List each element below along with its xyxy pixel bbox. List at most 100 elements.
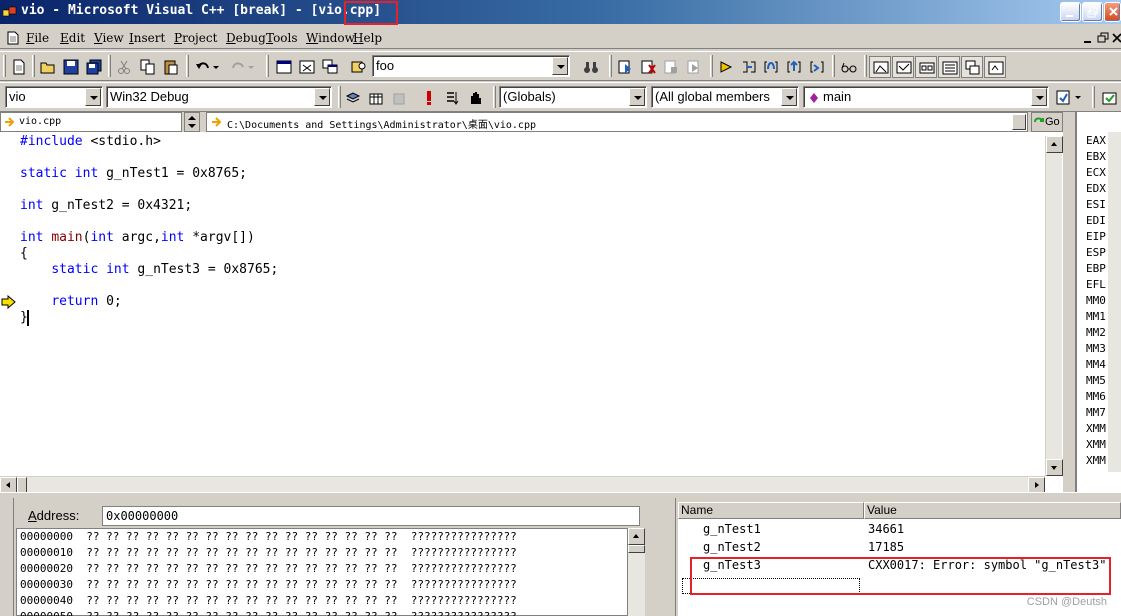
variables-window-button[interactable] [892, 56, 914, 78]
memory-row[interactable]: 00000030 ?? ?? ?? ?? ?? ?? ?? ?? ?? ?? ?… [20, 578, 517, 591]
undo-button[interactable] [192, 56, 224, 78]
watch-window-grip[interactable] [658, 498, 676, 616]
code-line[interactable]: int main(int argc,int *argv[]) [20, 230, 255, 245]
step-over-button[interactable] [760, 56, 782, 78]
scroll-up-button[interactable] [1046, 136, 1063, 153]
watch-row-name[interactable]: g_nTest1 [703, 522, 761, 536]
call-stack-window-button[interactable] [961, 56, 983, 78]
scroll-down-button[interactable] [1046, 459, 1063, 476]
chevron-down-icon[interactable] [629, 88, 645, 106]
build-execute-button[interactable] [683, 56, 705, 78]
new-text-file-button[interactable] [8, 56, 30, 78]
step-out-button[interactable] [783, 56, 805, 78]
code-line[interactable]: int g_nTest2 = 0x4321; [20, 198, 192, 213]
function-combo[interactable]: main [803, 86, 1049, 108]
compile-button[interactable] [614, 56, 636, 78]
cut-button[interactable] [113, 56, 135, 78]
chevron-down-icon[interactable] [1012, 114, 1026, 130]
memory-row[interactable]: 00000050 ?? ?? ?? ?? ?? ?? ?? ?? ?? ?? ?… [20, 610, 517, 616]
mdi-close-icon[interactable] [1111, 32, 1121, 44]
toolbar-grip[interactable] [3, 55, 6, 77]
file-path-combo[interactable]: C:\Documents and Settings\Administrator\… [206, 112, 1028, 132]
go-to-file-button[interactable]: Go [1031, 112, 1063, 132]
memory-row[interactable]: 00000000 ?? ?? ?? ?? ?? ?? ?? ?? ?? ?? ?… [20, 530, 517, 543]
menu-tools[interactable]: Tools [266, 31, 298, 45]
project-combo[interactable]: vio [5, 86, 103, 108]
chevron-down-icon[interactable] [314, 88, 330, 106]
find-button[interactable] [580, 56, 602, 78]
execute-button[interactable] [418, 87, 440, 109]
menu-file[interactable]: File [26, 31, 49, 45]
stop-small-button[interactable] [388, 87, 410, 109]
file-spin-button[interactable] [184, 112, 200, 132]
run-to-cursor-button[interactable] [806, 56, 828, 78]
watch-header-value[interactable]: Value [864, 502, 1121, 519]
class-combo[interactable]: (Globals) [499, 86, 647, 108]
go-debug-button[interactable] [715, 56, 737, 78]
chevron-down-icon[interactable] [552, 57, 568, 75]
chevron-down-icon[interactable] [1031, 88, 1047, 106]
workspace-button[interactable] [273, 56, 295, 78]
watch-row-value[interactable]: 17185 [868, 540, 904, 554]
scroll-thumb[interactable] [628, 545, 645, 553]
redo-button[interactable] [227, 56, 259, 78]
build-button[interactable] [637, 56, 659, 78]
members-filter-combo[interactable]: (All global members [651, 86, 799, 108]
memory-dump[interactable]: 00000000 ?? ?? ?? ?? ?? ?? ?? ?? ?? ?? ?… [16, 528, 628, 616]
class-wizard-button[interactable] [1099, 87, 1121, 109]
memory-row[interactable]: 00000010 ?? ?? ?? ?? ?? ?? ?? ?? ?? ?? ?… [20, 546, 517, 559]
copy-button[interactable] [137, 56, 159, 78]
find-combo[interactable]: foo [372, 55, 570, 77]
address-input[interactable]: 0x00000000 [102, 506, 640, 526]
code-line[interactable]: static int g_nTest1 = 0x8765; [20, 166, 247, 181]
restore-button[interactable] [1082, 2, 1103, 22]
minimize-button[interactable] [1060, 2, 1081, 22]
memory-scrollbar[interactable] [628, 528, 645, 616]
watch-row-value[interactable]: 34661 [868, 522, 904, 536]
disassembly-window-button[interactable] [984, 56, 1006, 78]
memory-window-button[interactable] [938, 56, 960, 78]
output-button[interactable] [296, 56, 318, 78]
menu-insert[interactable]: Insert [129, 31, 165, 45]
watch-window-button[interactable] [869, 56, 891, 78]
quickwatch-button[interactable] [838, 56, 860, 78]
memory-row[interactable]: 00000040 ?? ?? ?? ?? ?? ?? ?? ?? ?? ?? ?… [20, 594, 517, 607]
title-bar[interactable]: vio - Microsoft Visual C++ [break] - [vi… [0, 0, 1121, 24]
toolbar-grip[interactable] [493, 86, 496, 108]
code-line[interactable]: static int g_nTest3 = 0x8765; [20, 262, 278, 277]
menu-view[interactable]: View [94, 31, 124, 45]
menu-project[interactable]: Project [174, 31, 217, 45]
registers-window-button[interactable] [915, 56, 937, 78]
menu-edit[interactable]: Edit [60, 31, 85, 45]
step-into-button[interactable] [738, 56, 760, 78]
registers-scrollbar[interactable] [1108, 132, 1121, 472]
memory-window-grip[interactable] [0, 498, 14, 616]
window-list-button[interactable] [319, 56, 341, 78]
code-line[interactable]: #include <stdio.h> [20, 134, 161, 149]
go-small-button[interactable] [442, 87, 464, 109]
stop-build-button[interactable] [660, 56, 682, 78]
mdi-minimize-icon[interactable] [1082, 32, 1094, 44]
build-small-button[interactable] [365, 87, 387, 109]
code-line[interactable]: { [20, 246, 28, 261]
save-all-button[interactable] [83, 56, 105, 78]
compile-small-button[interactable] [342, 87, 364, 109]
mdi-restore-icon[interactable] [1097, 32, 1109, 44]
memory-row[interactable]: 00000020 ?? ?? ?? ?? ?? ?? ?? ?? ?? ?? ?… [20, 562, 517, 575]
menu-debug[interactable]: Debug [226, 31, 266, 45]
save-button[interactable] [60, 56, 82, 78]
close-button[interactable] [1104, 2, 1121, 22]
source-editor[interactable]: #include <stdio.h> static int g_nTest1 =… [0, 132, 1063, 494]
watch-row-name[interactable]: g_nTest2 [703, 540, 761, 554]
toolbar-grip[interactable] [1092, 86, 1095, 108]
build-config-combo[interactable]: Win32 Debug [106, 86, 332, 108]
code-line-current[interactable]: return 0; [20, 294, 121, 309]
watch-header-name[interactable]: Name [678, 502, 864, 519]
paste-button[interactable] [160, 56, 182, 78]
chevron-down-icon[interactable] [85, 88, 101, 106]
editor-vertical-scrollbar[interactable] [1045, 136, 1063, 476]
document-icon[interactable] [7, 31, 19, 45]
scroll-up-button[interactable] [628, 528, 645, 545]
menu-window[interactable]: Window [306, 31, 355, 45]
find-in-files-button[interactable] [348, 56, 370, 78]
